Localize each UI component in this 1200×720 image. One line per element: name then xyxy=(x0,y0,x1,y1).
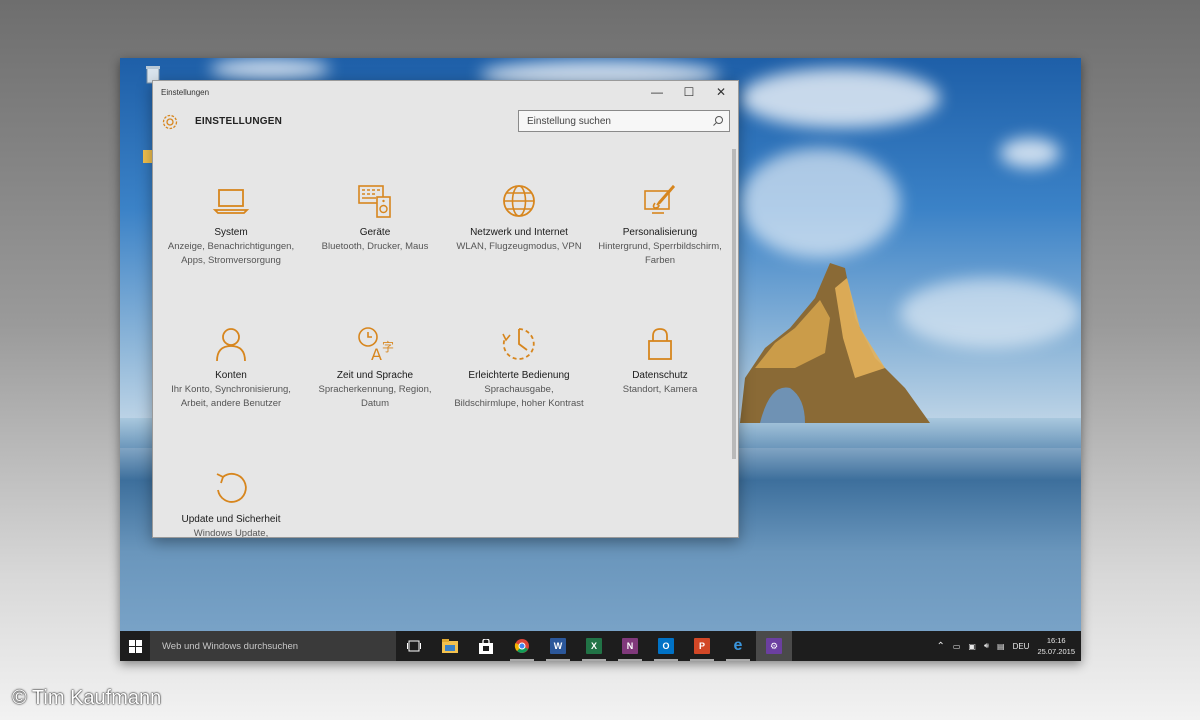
file-explorer-icon xyxy=(442,639,458,653)
word-icon: W xyxy=(550,638,566,654)
taskbar-app-onenote[interactable]: N xyxy=(612,631,648,661)
taskbar: Web und Windows durchsuchen W X N O Pe ⚙ ⌃ ▭ … xyxy=(120,631,1081,661)
scrollbar[interactable] xyxy=(731,147,737,537)
paint-brush-icon xyxy=(644,184,676,214)
taskbar-app-task-view[interactable] xyxy=(396,631,432,661)
settings-tile-erleichterte-bedienung[interactable]: Erleichterte Bedienung Sprachausgabe, Bil… xyxy=(447,324,591,411)
cloud xyxy=(740,148,900,258)
settings-tile-datenschutz[interactable]: Datenschutz Standort, Kamera xyxy=(588,324,732,397)
maximize-button[interactable]: ☐ xyxy=(673,81,705,103)
close-button[interactable]: ✕ xyxy=(705,81,737,103)
taskbar-app-settings[interactable]: ⚙ xyxy=(756,631,792,661)
start-button[interactable] xyxy=(120,631,150,661)
cloud xyxy=(210,58,330,80)
tile-name: Personalisierung xyxy=(622,227,698,238)
taskbar-app-file-explorer[interactable] xyxy=(432,631,468,661)
input-language[interactable]: DEU xyxy=(1013,642,1030,651)
outlook-icon: O xyxy=(658,638,674,654)
copyright-watermark: © Tim Kaufmann xyxy=(12,687,162,709)
taskbar-search-text: Web und Windows durchsuchen xyxy=(162,640,299,652)
taskbar-app-word[interactable]: W xyxy=(540,631,576,661)
tile-name: Datenschutz xyxy=(632,370,688,381)
refresh-icon xyxy=(216,472,247,503)
taskbar-app-store[interactable] xyxy=(468,631,504,661)
chevron-up-icon[interactable]: ⌃ xyxy=(936,641,944,652)
gear-icon xyxy=(162,114,178,130)
laptop-icon xyxy=(212,189,250,214)
clock-language-icon: A字 xyxy=(358,327,394,364)
tile-description: Anzeige, Benachrichtigungen, Apps, Strom… xyxy=(167,241,295,266)
onenote-icon: N xyxy=(622,638,638,654)
tile-description: Sprachausgabe, Bildschirmlupe, hoher Kon… xyxy=(454,384,584,409)
settings-tile-personalisierung[interactable]: Personalisierung Hintergrund, Sperrbildsc… xyxy=(588,181,732,268)
taskbar-app-edge[interactable]: e xyxy=(720,631,756,661)
taskbar-app-powerpoint[interactable]: P xyxy=(684,631,720,661)
rock-arch xyxy=(740,263,930,423)
tile-name: Erleichterte Bedienung xyxy=(468,370,570,381)
volume-icon[interactable]: 🔊︎ xyxy=(984,641,989,651)
person-icon xyxy=(216,328,246,362)
page-title: EINSTELLUNGEN xyxy=(195,116,283,127)
settings-window: Einstellungen — ☐ ✕ EINSTELLUNGEN System… xyxy=(152,80,739,538)
tile-description: Spracherkennung, Region, Datum xyxy=(318,384,432,409)
settings-search-box[interactable] xyxy=(518,110,730,132)
edge-icon: e xyxy=(733,637,743,654)
search-icon[interactable] xyxy=(712,115,724,127)
clock[interactable]: 16:16 25.07.2015 xyxy=(1037,635,1075,657)
clock-time: 16:16 xyxy=(1046,636,1066,645)
powerpoint-icon: P xyxy=(694,638,710,654)
taskbar-app-outlook[interactable]: O xyxy=(648,631,684,661)
store-icon xyxy=(479,638,493,654)
cloud xyxy=(1000,138,1060,168)
settings-tile-zeit-und-sprache[interactable]: A 字 Zeit und Sprache Spracherkennung, Regio… xyxy=(303,324,447,411)
keyboard-speaker-icon xyxy=(358,185,391,218)
excel-icon: X xyxy=(586,638,602,654)
clock-date: 25.07.2015 xyxy=(1037,647,1075,656)
settings-tile-geräte[interactable]: Geräte Bluetooth, Drucker, Maus xyxy=(303,181,447,254)
task-view-icon xyxy=(407,640,421,652)
settings-tile-update-und-sicherheit[interactable]: Update und Sicherheit Windows Update, xyxy=(159,468,303,538)
action-center-icon[interactable]: ▤ xyxy=(997,642,1005,651)
globe-icon xyxy=(503,185,535,217)
settings-header: EINSTELLUNGEN xyxy=(153,105,738,145)
windows-logo-icon xyxy=(128,639,142,653)
tile-description: Standort, Kamera xyxy=(622,384,698,395)
tile-description: Bluetooth, Drucker, Maus xyxy=(321,241,429,252)
svg-text:字: 字 xyxy=(382,339,394,354)
minimize-button[interactable]: — xyxy=(641,81,673,103)
tile-name: Zeit und Sprache xyxy=(336,370,414,381)
connected-device-icon[interactable]: ▭ xyxy=(953,642,961,651)
tile-description: WLAN, Flugzeugmodus, VPN xyxy=(456,241,582,252)
system-tray: ⌃ ▭ ▣ 🔊︎ ▤ DEU 16:16 25.07.2015 xyxy=(936,631,1075,661)
tile-description: Ihr Konto, Synchronisierung, Arbeit, and… xyxy=(171,384,291,409)
chrome-icon xyxy=(514,639,529,653)
taskbar-search-box[interactable]: Web und Windows durchsuchen xyxy=(150,631,396,661)
tile-name: Geräte xyxy=(359,227,391,238)
taskbar-app-excel[interactable]: X xyxy=(576,631,612,661)
tile-name: Konten xyxy=(215,370,247,381)
tile-name: System xyxy=(214,227,248,238)
tile-name: Netzwerk und Internet xyxy=(470,227,568,238)
tile-description: Windows Update, xyxy=(193,528,269,538)
taskbar-app-chrome[interactable] xyxy=(504,631,540,661)
settings-tile-konten[interactable]: Konten Ihr Konto, Synchronisierung, Arbei… xyxy=(159,324,303,411)
title-bar[interactable]: Einstellungen — ☐ ✕ xyxy=(153,81,738,105)
settings-search-input[interactable] xyxy=(527,115,707,127)
svg-text:A: A xyxy=(371,345,382,364)
tile-name: Update und Sicherheit xyxy=(181,514,281,525)
lock-icon xyxy=(648,328,672,360)
scrollbar-thumb[interactable] xyxy=(732,149,736,459)
ease-of-access-icon xyxy=(502,328,535,360)
settings-icon: ⚙ xyxy=(766,638,782,654)
settings-tile-netzwerk-und-internet[interactable]: Netzwerk und Internet WLAN, Flugzeugmodus… xyxy=(447,181,591,254)
cloud xyxy=(740,68,940,128)
settings-tile-system[interactable]: System Anzeige, Benachrichtigungen, Apps,… xyxy=(159,181,303,268)
tile-description: Hintergrund, Sperrbildschirm, Farben xyxy=(598,241,722,266)
window-title: Einstellungen xyxy=(161,88,210,97)
network-icon[interactable]: ▣ xyxy=(968,642,976,651)
